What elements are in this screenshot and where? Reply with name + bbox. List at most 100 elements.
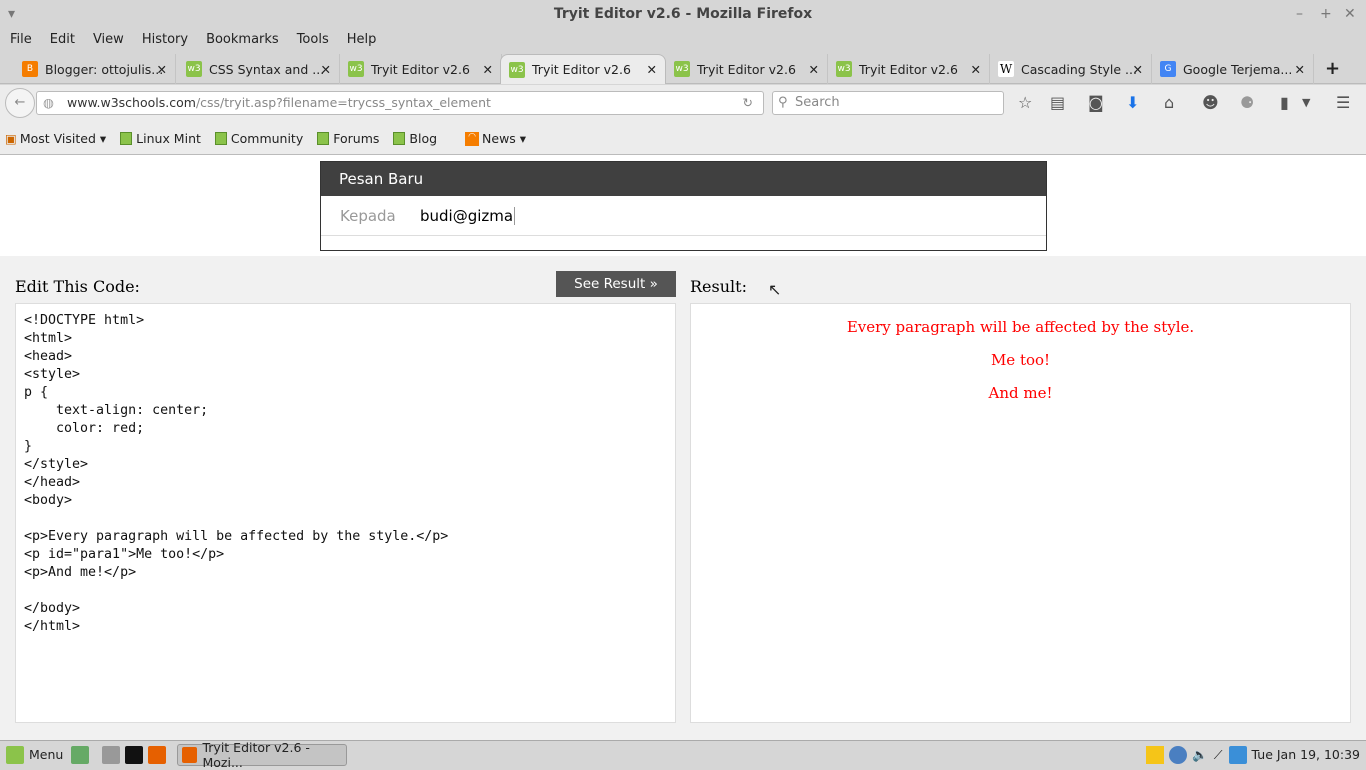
- w3-icon: w3: [509, 61, 525, 78]
- to-label: Kepada: [340, 206, 396, 225]
- page-content: Edit This Code: See Result » Result: ↖ <…: [0, 155, 1366, 740]
- window-title: Tryit Editor v2.6 - Mozilla Firefox: [553, 6, 813, 22]
- bookmark-linux-mint[interactable]: Linux Mint: [120, 131, 201, 146]
- mint-menu-icon[interactable]: [6, 745, 24, 764]
- tab[interactable]: G Google Terjema... ✕: [1152, 54, 1314, 84]
- window-menu-icon[interactable]: ▾: [8, 0, 15, 28]
- mint-icon: [393, 132, 406, 145]
- google-translate-icon: G: [1160, 61, 1176, 77]
- w3-icon: w3: [348, 61, 364, 77]
- back-button[interactable]: ←: [5, 88, 35, 118]
- tab[interactable]: B Blogger: ottojulis... ✕: [14, 54, 176, 84]
- tab-label: Cascading Style ...: [1021, 61, 1137, 77]
- see-result-button[interactable]: See Result »: [556, 271, 676, 297]
- bookmark-label: Most Visited: [19, 131, 96, 146]
- bookmark-most-visited[interactable]: ▣ Most Visited ▾: [5, 131, 106, 146]
- tab-close-icon[interactable]: ✕: [157, 62, 167, 77]
- taskbar-window-button[interactable]: Tryit Editor v2.6 - Mozi...: [177, 740, 348, 770]
- menu-view[interactable]: View: [93, 28, 124, 52]
- firefox-icon[interactable]: [148, 745, 167, 764]
- blogger-icon: B: [22, 61, 38, 77]
- chat-icon[interactable]: ☻: [1202, 93, 1219, 112]
- code-editor[interactable]: <!DOCTYPE html> <html> <head> <style> p …: [15, 303, 676, 723]
- tab-strip: B Blogger: ottojulis... ✕ w3 CSS Syntax and …: [0, 54, 1366, 84]
- new-tab-button[interactable]: +: [1325, 58, 1340, 79]
- dropdown-arrow-icon[interactable]: ▼: [1302, 96, 1310, 109]
- tab[interactable]: W Cascading Style ... ✕: [990, 54, 1152, 84]
- url-domain: www.w3schools.com: [67, 95, 196, 110]
- bookmark-community[interactable]: Community: [214, 131, 303, 146]
- bookmark-blog[interactable]: Blog: [393, 131, 437, 146]
- minimize-button[interactable]: –: [1296, 0, 1303, 28]
- result-paragraph: Every paragraph will be affected by the …: [846, 318, 1195, 336]
- bookmark-forums[interactable]: Forums: [317, 131, 379, 146]
- tab[interactable]: w3 Tryit Editor v2.6 ✕: [666, 54, 828, 84]
- file-manager-icon[interactable]: [102, 745, 121, 764]
- clock[interactable]: Tue Jan 19, 10:39: [1252, 747, 1360, 762]
- mint-icon: [317, 132, 330, 145]
- network-icon[interactable]: ⟋: [1214, 747, 1223, 763]
- tab[interactable]: w3 Tryit Editor v2.6 ✕: [500, 54, 666, 84]
- search-input[interactable]: ⚲ Search: [772, 91, 1004, 115]
- result-paragraph: Me too!: [990, 351, 1051, 369]
- tab-close-icon[interactable]: ✕: [321, 62, 331, 77]
- reload-icon[interactable]: ↻: [743, 92, 753, 114]
- taskbar-window-label: Tryit Editor v2.6 - Mozi...: [202, 739, 310, 770]
- globe-icon: ◍: [43, 95, 54, 110]
- maximize-button[interactable]: +: [1320, 0, 1332, 28]
- tab[interactable]: w3 CSS Syntax and ... ✕: [178, 54, 340, 84]
- tab-close-icon[interactable]: ✕: [1295, 62, 1305, 77]
- tab-label: Tryit Editor v2.6: [859, 61, 958, 77]
- rss-icon: ◠: [465, 131, 480, 146]
- addon-icon[interactable]: ▮: [1280, 93, 1289, 112]
- notes-icon[interactable]: [1146, 745, 1165, 764]
- download-icon[interactable]: ⬇: [1126, 93, 1139, 112]
- tab-close-icon[interactable]: ✕: [1133, 62, 1143, 77]
- menu-button[interactable]: Menu: [29, 747, 63, 762]
- home-icon[interactable]: ⌂: [1164, 93, 1174, 112]
- update-icon[interactable]: [1228, 745, 1247, 764]
- mint-icon: [120, 132, 133, 145]
- edit-code-label: Edit This Code:: [15, 277, 140, 296]
- folder-icon: ▣: [5, 131, 17, 146]
- tab-close-icon[interactable]: ✕: [809, 62, 819, 77]
- show-desktop-icon[interactable]: [71, 745, 90, 764]
- tab-close-icon[interactable]: ✕: [647, 62, 657, 77]
- bookmark-label: Blog: [409, 131, 438, 146]
- volume-icon[interactable]: 🔈: [1192, 747, 1208, 763]
- menu-edit[interactable]: Edit: [50, 28, 75, 52]
- tab[interactable]: w3 Tryit Editor v2.6 ✕: [828, 54, 990, 84]
- menu-file[interactable]: File: [10, 28, 32, 52]
- tab-close-icon[interactable]: ✕: [483, 62, 493, 77]
- menu-help[interactable]: Help: [347, 28, 377, 52]
- url-bar[interactable]: ◍ www.w3schools.com/css/tryit.asp?filena…: [36, 91, 764, 115]
- menu-bookmarks[interactable]: Bookmarks: [206, 28, 279, 52]
- menu-tools[interactable]: Tools: [297, 28, 329, 52]
- menu-bar: File Edit View History Bookmarks Tools H…: [0, 28, 1366, 52]
- result-paragraph: And me!: [988, 384, 1053, 402]
- search-icon: ⚲: [778, 95, 788, 110]
- tab[interactable]: w3 Tryit Editor v2.6 ✕: [340, 54, 502, 84]
- tab-close-icon[interactable]: ✕: [971, 62, 981, 77]
- hamburger-menu-icon[interactable]: ☰: [1336, 93, 1350, 112]
- bookmark-label: Linux Mint: [136, 131, 201, 146]
- compose-popup: Pesan Baru Kepada budi@gizma: [320, 161, 1047, 251]
- close-button[interactable]: ✕: [1344, 0, 1356, 28]
- tryit-area: Edit This Code: See Result » Result: ↖ <…: [0, 256, 1366, 740]
- pocket-icon[interactable]: ◙: [1088, 93, 1104, 112]
- shield-icon[interactable]: [1169, 745, 1188, 764]
- terminal-icon[interactable]: [125, 745, 144, 764]
- tab-label: Tryit Editor v2.6: [532, 62, 631, 77]
- bookmark-news[interactable]: ◠ News ▾: [465, 131, 526, 146]
- to-row: Kepada budi@gizma: [321, 196, 1046, 236]
- extension-icon[interactable]: ⚈: [1240, 93, 1254, 112]
- to-input[interactable]: budi@gizma: [420, 206, 516, 225]
- menu-history[interactable]: History: [142, 28, 188, 52]
- bookmark-star-icon[interactable]: ☆: [1018, 93, 1032, 112]
- tab-label: Google Terjema...: [1183, 61, 1293, 77]
- search-placeholder: Search: [795, 95, 840, 110]
- tab-label: Blogger: ottojulis...: [45, 61, 164, 77]
- reading-list-icon[interactable]: ▤: [1050, 93, 1065, 112]
- bookmark-label: Forums: [333, 131, 380, 146]
- tab-label: CSS Syntax and ...: [209, 61, 325, 77]
